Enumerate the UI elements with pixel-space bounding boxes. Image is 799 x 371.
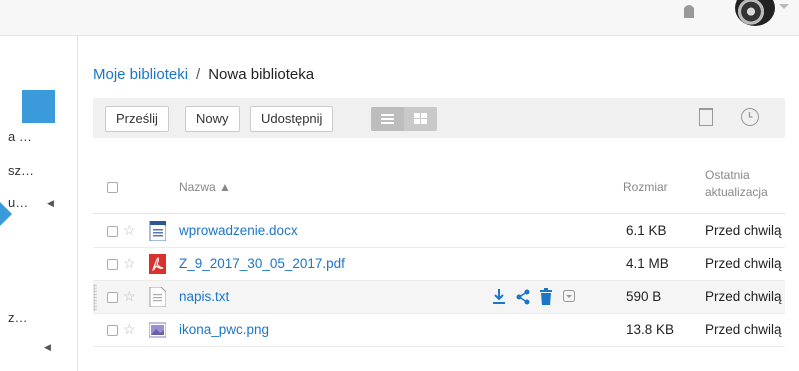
row-checkbox[interactable] — [107, 226, 118, 237]
file-size: 590 B — [626, 289, 662, 304]
caret-left-icon[interactable]: ◀ — [47, 198, 54, 209]
download-icon[interactable] — [491, 288, 507, 306]
sidebar-item[interactable]: sz… — [8, 163, 34, 178]
column-size-header[interactable]: Rozmiar — [623, 180, 668, 194]
history-clock-icon[interactable] — [741, 108, 759, 126]
chevron-down-icon[interactable] — [779, 4, 789, 9]
list-view-icon[interactable] — [371, 107, 404, 131]
star-icon[interactable]: ☆ — [123, 222, 136, 239]
file-updated: Przed chwilą — [705, 256, 782, 271]
breadcrumb-parent-link[interactable]: Moje biblioteki — [93, 66, 188, 83]
star-icon[interactable]: ☆ — [123, 321, 136, 338]
share-icon[interactable] — [515, 288, 531, 306]
top-bar — [0, 0, 799, 36]
file-name-link[interactable]: wprowadzenie.docx — [179, 223, 298, 238]
table-row[interactable]: ☆ napis.txt 590 B Przed chwilą — [93, 281, 785, 314]
breadcrumb-current: Nowa biblioteka — [208, 66, 315, 83]
table-row[interactable]: ☆ ikona_pwc.png 13.8 KB Przed chwilą — [93, 314, 785, 347]
new-button[interactable]: Nowy — [185, 106, 240, 132]
view-toggle — [371, 107, 437, 131]
file-updated: Przed chwilą — [705, 322, 782, 337]
docx-file-icon — [149, 221, 166, 241]
drag-handle[interactable] — [93, 284, 97, 311]
file-size: 13.8 KB — [626, 322, 675, 337]
share-button[interactable]: Udostępnij — [250, 106, 334, 132]
image-file-icon — [149, 322, 166, 338]
star-icon[interactable]: ☆ — [123, 255, 136, 272]
row-checkbox[interactable] — [107, 325, 118, 336]
trash-icon[interactable] — [699, 108, 713, 126]
upload-button[interactable]: Prześlij — [105, 106, 169, 132]
file-name-link[interactable]: napis.txt — [179, 289, 229, 304]
star-icon[interactable]: ☆ — [123, 288, 136, 305]
txt-file-icon — [149, 287, 166, 307]
file-size: 4.1 MB — [626, 256, 669, 271]
more-options-icon[interactable] — [563, 290, 575, 302]
sidebar-item[interactable]: a … — [8, 129, 32, 144]
row-checkbox[interactable] — [107, 259, 118, 270]
table-header: Nazwa ▲ Rozmiar Ostatnia aktualizacja — [93, 160, 785, 214]
delete-icon[interactable] — [539, 288, 553, 306]
sidebar-item[interactable]: z… — [8, 310, 28, 325]
breadcrumb-separator: / — [196, 66, 201, 83]
bell-icon[interactable] — [680, 4, 698, 18]
row-checkbox[interactable] — [107, 292, 118, 303]
sidebar-pointer — [0, 202, 12, 226]
file-name-link[interactable]: Z_9_2017_30_05_2017.pdf — [179, 256, 345, 271]
caret-left-icon[interactable]: ◀ — [44, 342, 51, 353]
main-content: Moje biblioteki / Nowa biblioteka Prześlij… — [79, 36, 799, 371]
column-updated-header[interactable]: Ostatnia aktualizacja — [705, 167, 768, 201]
select-all-checkbox[interactable] — [107, 182, 118, 193]
sidebar-active-indicator[interactable] — [22, 90, 55, 123]
breadcrumb: Moje biblioteki / Nowa biblioteka — [93, 66, 314, 83]
file-name-link[interactable]: ikona_pwc.png — [179, 322, 269, 337]
pdf-file-icon — [149, 254, 166, 274]
grid-view-icon[interactable] — [404, 107, 437, 131]
file-size: 6.1 KB — [626, 223, 667, 238]
table-row[interactable]: ☆ Z_9_2017_30_05_2017.pdf 4.1 MB Przed c… — [93, 248, 785, 281]
column-name-header[interactable]: Nazwa ▲ — [179, 180, 231, 194]
avatar[interactable] — [735, 0, 775, 26]
table-row[interactable]: ☆ wprowadzenie.docx 6.1 KB Przed chwilą — [93, 215, 785, 248]
file-updated: Przed chwilą — [705, 289, 782, 304]
toolbar: Prześlij Nowy Udostępnij — [93, 98, 785, 138]
file-updated: Przed chwilą — [705, 223, 782, 238]
